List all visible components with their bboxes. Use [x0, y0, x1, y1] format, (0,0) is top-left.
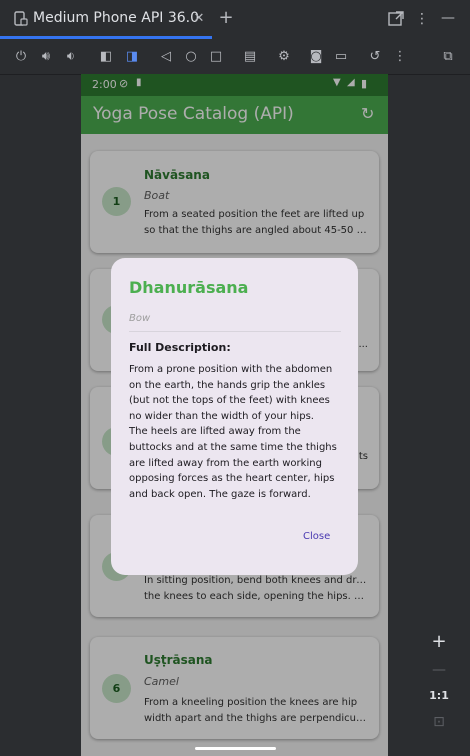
power-icon[interactable]: ⏻ — [11, 47, 31, 67]
rotate-left-icon[interactable]: ◧ — [96, 47, 116, 67]
tab-title: Medium Phone API 36.0 — [33, 10, 200, 26]
external-icon[interactable] — [386, 9, 406, 29]
full-description-label: Full Description: — [129, 341, 231, 354]
home-icon[interactable]: ○ — [181, 47, 201, 67]
back-icon[interactable]: ◁ — [156, 47, 176, 67]
settings-icon[interactable]: ⚙ — [274, 47, 294, 67]
close-icon[interactable]: ✕ — [189, 9, 209, 29]
overview-icon[interactable]: □ — [206, 47, 226, 67]
volume-up-icon[interactable]: 🔊︎ — [36, 47, 56, 67]
rotate-right-icon[interactable]: ◨ — [122, 47, 142, 67]
restore-icon[interactable]: ↺ — [365, 47, 385, 67]
record-icon[interactable]: ▭ — [331, 47, 351, 67]
emulator-tab[interactable]: Medium Phone API 36.0 ✕ — [0, 0, 212, 39]
dialog-subtitle: Bow — [129, 313, 151, 324]
full-description-text: From a prone position with the abdomen o… — [129, 364, 337, 500]
zoom-panel: + — 1:1 ⊡ — [425, 626, 453, 738]
gesture-nav-handle[interactable] — [195, 747, 276, 750]
dialog-title: Dhanurāsana — [129, 278, 249, 297]
dialog-divider — [129, 331, 341, 332]
more-icon[interactable]: ⋮ — [390, 47, 410, 67]
zoom-in-icon[interactable]: + — [429, 632, 449, 652]
volume-down-icon[interactable]: 🔉︎ — [61, 47, 81, 67]
screenshot-icon[interactable]: ▤ — [240, 47, 260, 67]
device-icon — [14, 11, 28, 26]
fit-screen-icon[interactable]: ⊡ — [429, 712, 449, 732]
more-icon[interactable]: ⋮ — [412, 9, 432, 29]
one-to-one-button[interactable]: 1:1 — [429, 686, 449, 706]
tab-active-indicator — [0, 36, 212, 39]
minimize-icon[interactable]: — — [438, 8, 458, 28]
inspect-icon[interactable]: ⧉ — [438, 47, 458, 67]
emulator-toolbar: ⏻ 🔊︎ 🔉︎ ◧ ◨ ◁ ○ □ ▤ ⚙ ◙ ▭ ↺ ⋮ ⧉ — [0, 40, 470, 75]
add-icon[interactable]: + — [216, 8, 236, 28]
camera-icon[interactable]: ◙ — [306, 47, 326, 67]
ide-tab-bar: Medium Phone API 36.0 ✕ + ⋮ — — [0, 0, 470, 39]
pose-detail-dialog: Dhanurāsana Bow Full Description: From a… — [111, 258, 358, 575]
close-button[interactable]: Close — [303, 531, 330, 542]
zoom-out-icon[interactable]: — — [429, 660, 449, 680]
